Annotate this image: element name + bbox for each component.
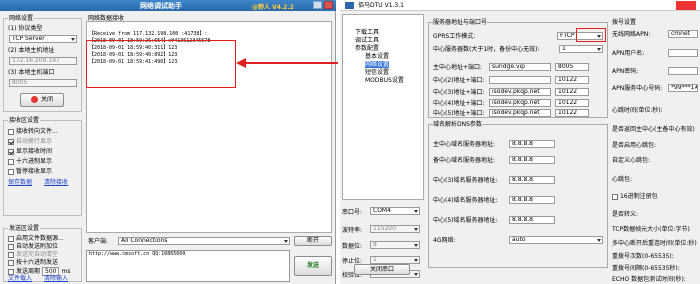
title-bar: 网络调试助手 @野人 V4.2.2 bbox=[0, 0, 336, 11]
com-port-select[interactable]: COM4 bbox=[370, 207, 420, 215]
close-serial-button[interactable]: 关闭串口 bbox=[354, 264, 410, 275]
send-button[interactable]: 发送 bbox=[294, 256, 332, 276]
protocol-select[interactable]: TCP Server bbox=[9, 35, 77, 43]
tree-sms[interactable]: 短信设置 bbox=[365, 69, 389, 76]
send-opt-clear[interactable]: 发送完自动清空 bbox=[8, 251, 58, 258]
send-opt-hex[interactable]: 按十六进制发送 bbox=[8, 259, 58, 266]
recv-line: 【Receive from 117.132.198.100 :41738】: bbox=[89, 31, 208, 37]
apn-user-field[interactable] bbox=[668, 49, 698, 57]
app-icon bbox=[345, 2, 354, 9]
dns4-field[interactable]: 8.8.8.8 bbox=[509, 196, 555, 204]
send-input[interactable]: http://www.cmsoft.cn QQ:10865600 bbox=[86, 250, 290, 282]
dns5-field[interactable]: 8.8.8.8 bbox=[509, 216, 555, 224]
dtu-close-button[interactable] bbox=[676, 1, 696, 10]
disconnect-button[interactable]: 断开 bbox=[294, 236, 332, 246]
tree-modbus[interactable]: MODBUS设置 bbox=[365, 77, 404, 84]
databits-select[interactable]: 8 bbox=[370, 241, 420, 249]
center1-port[interactable]: 8005 bbox=[555, 63, 589, 71]
receive-settings-group: 接收区设置 接收转向文件... 自动换行显示 显示接收时间 十六进制显示 暂停接… bbox=[3, 118, 82, 216]
center2-port[interactable]: 10122 bbox=[555, 76, 589, 84]
center2-addr[interactable] bbox=[489, 76, 551, 84]
dns3-field[interactable]: 8.8.8.8 bbox=[509, 176, 555, 184]
center5-port[interactable]: 10122 bbox=[555, 109, 589, 117]
apn-center-field[interactable]: *99***1# bbox=[668, 84, 698, 92]
version-label: @野人 V4.2.2 bbox=[252, 4, 294, 11]
highlight-box bbox=[86, 40, 236, 88]
close-window-button[interactable] bbox=[324, 1, 333, 9]
center3-addr[interactable]: isodev.pkqp.net bbox=[489, 88, 551, 96]
nav-tree: 下载工具 调试工具 参数配置 基本设置 网络设置 短信设置 MODBUS设置 bbox=[342, 14, 424, 200]
send-settings-group: 发送区设置 启用文件数据源... 自动发送附加位 发送完自动清空 按十六进制发送… bbox=[3, 226, 82, 282]
tree-basic[interactable]: 基本设置 bbox=[365, 53, 389, 60]
dtu-title-bar: 佰马DTU V1.3.1 bbox=[340, 0, 700, 11]
center1-addr[interactable]: sundge.vip bbox=[489, 63, 551, 71]
tree-config[interactable]: 参数配置 bbox=[355, 45, 379, 52]
center-count-select[interactable]: 1 bbox=[559, 45, 603, 53]
arrow-icon bbox=[236, 58, 338, 68]
center5-addr[interactable]: isodev.pkqp.net bbox=[489, 109, 551, 117]
recv-opt-time[interactable]: 显示接收时间 bbox=[8, 148, 52, 155]
local-ip-field[interactable]: 172.16.209.197 bbox=[9, 57, 77, 65]
network-settings-group: 网络设置 (1) 协议类型 TCP Server (2) 本地主机地址 172.… bbox=[3, 16, 82, 112]
ip-mode-select[interactable]: auto bbox=[509, 236, 603, 244]
close-connection-button[interactable]: 关闭 bbox=[20, 93, 64, 107]
recv-opt-wrap[interactable]: 自动换行显示 bbox=[8, 138, 52, 145]
save-data-link[interactable]: 保存数据 bbox=[8, 179, 32, 186]
net-assistant-window: 网络调试助手 @野人 V4.2.2 网络设置 (1) 协议类型 TCP Serv… bbox=[0, 0, 338, 284]
baud-select[interactable]: 115200 bbox=[370, 225, 420, 233]
clear-input-link[interactable]: 清除输入 bbox=[44, 275, 68, 282]
recv-opt-to-file[interactable]: 接收转向文件... bbox=[8, 128, 58, 135]
local-port-field[interactable]: 8005 bbox=[9, 79, 77, 87]
tree-debug[interactable]: 调试工具 bbox=[355, 37, 379, 44]
send-opt-file[interactable]: 启用文件数据源... bbox=[8, 235, 64, 242]
stopbits-select[interactable]: 1 bbox=[370, 256, 420, 264]
tree-network[interactable]: 网络设置 bbox=[365, 61, 390, 68]
center4-addr[interactable]: isodev.pkqp.net bbox=[489, 99, 551, 107]
dtu-window: 佰马DTU V1.3.1 下载工具 调试工具 参数配置 基本设置 网络设置 短信… bbox=[340, 0, 700, 284]
file-load-link[interactable]: 文件载入 bbox=[8, 275, 32, 282]
dial-group: 拨号设置 无线网络APN: cmnet APN用户名: APN密码: APN服务… bbox=[612, 19, 698, 98]
apn-pass-field[interactable] bbox=[668, 67, 698, 75]
send-opt-append[interactable]: 自动发送附加位 bbox=[8, 243, 58, 250]
dns1-field[interactable]: 8.8.8.8 bbox=[509, 140, 555, 148]
center3-port[interactable]: 10122 bbox=[555, 88, 589, 96]
hex-register-checkbox[interactable]: 16进制注册包 bbox=[612, 193, 658, 200]
recv-opt-hex[interactable]: 十六进制显示 bbox=[8, 158, 52, 165]
apn-field[interactable]: cmnet bbox=[668, 30, 698, 38]
tree-download[interactable]: 下载工具 bbox=[355, 29, 379, 36]
dns2-field[interactable]: 8.8.8.8 bbox=[509, 156, 555, 164]
window-title: 网络调试助手 bbox=[140, 2, 182, 10]
dns-group: 域名解析DNS参数 主中心域名服务器地址: 8.8.8.8 备中心域名服务器地址… bbox=[428, 121, 608, 268]
clear-receive-link[interactable]: 清除接收 bbox=[44, 179, 68, 186]
client-select[interactable]: All Connections bbox=[118, 237, 290, 245]
highlight-box-mode bbox=[576, 28, 606, 42]
status-dot-icon bbox=[30, 96, 38, 103]
center4-port[interactable]: 10122 bbox=[555, 99, 589, 107]
minimize-button[interactable] bbox=[313, 1, 322, 9]
recv-opt-pause[interactable]: 暂停接收显示 bbox=[8, 168, 52, 175]
